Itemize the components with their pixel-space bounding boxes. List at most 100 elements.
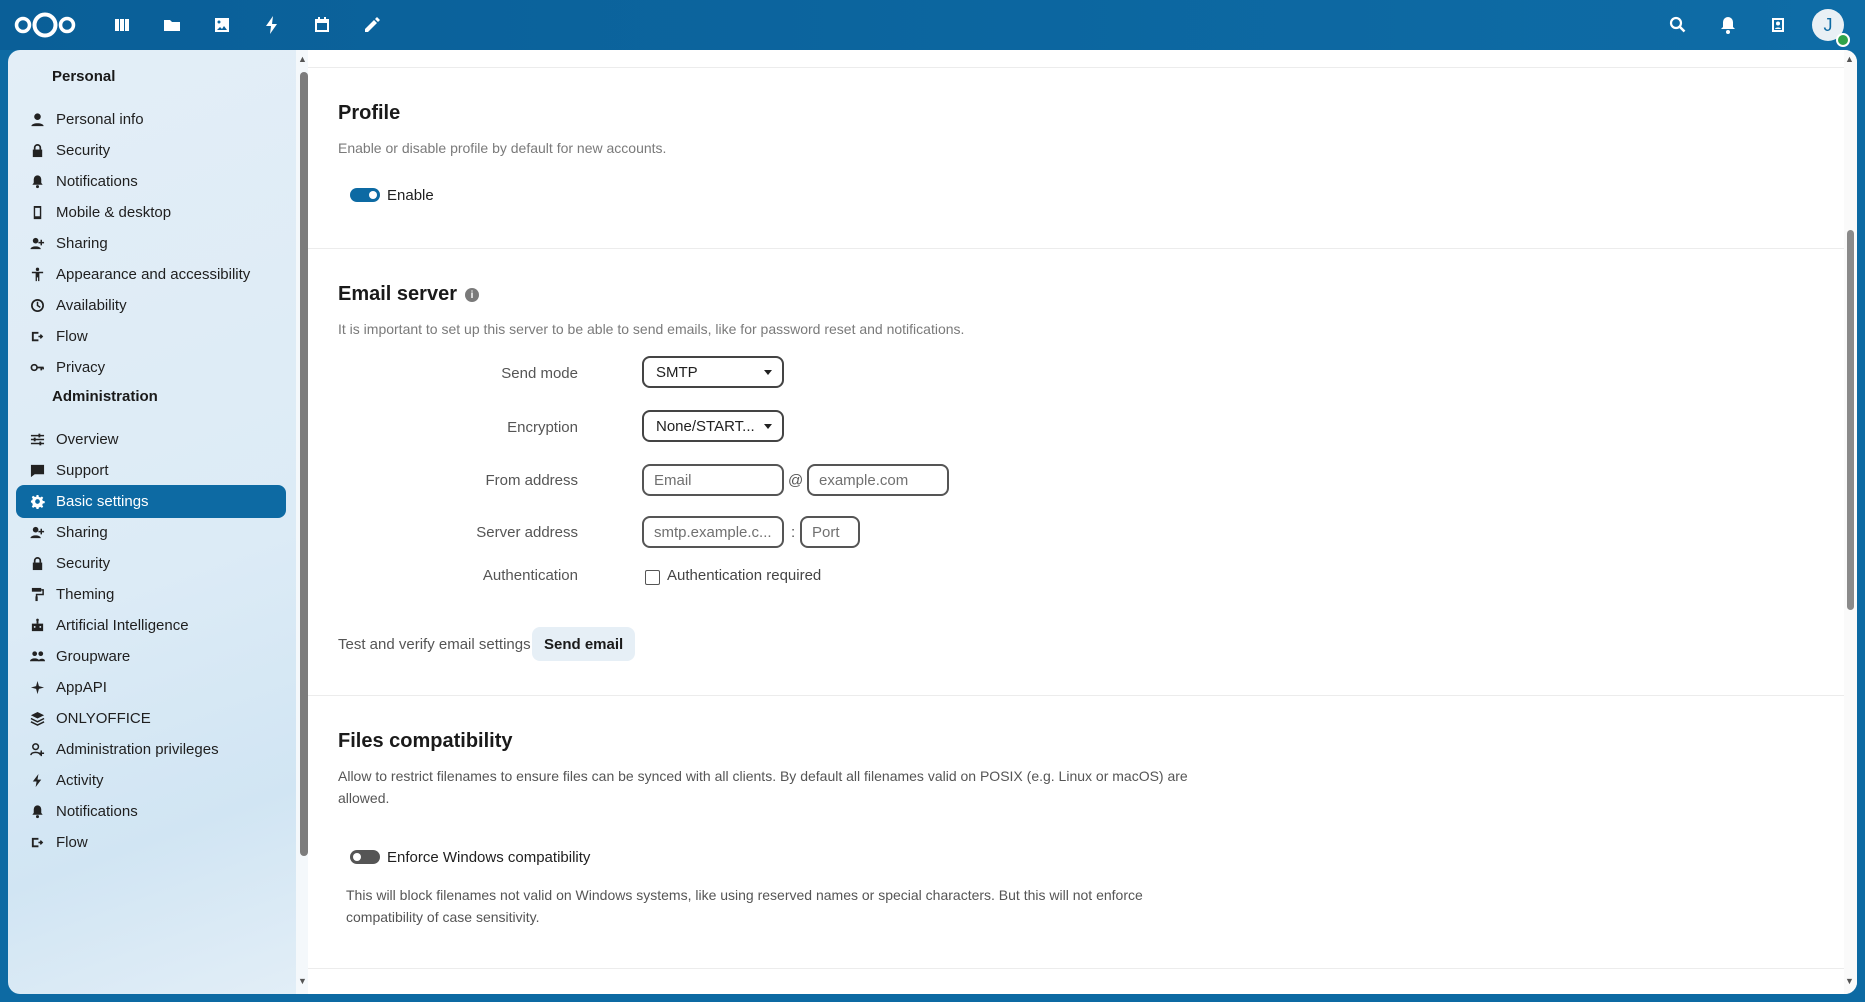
sidebar-item-label: ONLYOFFICE bbox=[56, 710, 151, 727]
sidebar-item-support[interactable]: Support bbox=[16, 454, 286, 487]
send-mode-label: Send mode bbox=[501, 365, 578, 382]
at-sign: @ bbox=[788, 472, 804, 489]
divider bbox=[308, 695, 1844, 696]
profile-enable-label[interactable]: Enable bbox=[387, 187, 434, 204]
key-icon bbox=[28, 359, 46, 377]
profile-enable-toggle[interactable] bbox=[350, 188, 380, 202]
sidebar-item-admin-privileges[interactable]: Administration privileges bbox=[16, 733, 286, 766]
sidebar-item-label: Flow bbox=[56, 834, 88, 851]
contacts-icon[interactable] bbox=[1766, 13, 1790, 37]
dashboard-icon[interactable] bbox=[110, 13, 134, 37]
send-email-button[interactable]: Send email bbox=[532, 627, 636, 661]
info-icon[interactable]: i bbox=[465, 288, 479, 302]
divider bbox=[308, 67, 1844, 68]
chevron-down-icon bbox=[764, 424, 772, 429]
sidebar-item-activity[interactable]: Activity bbox=[16, 764, 286, 797]
sidebar-item-security[interactable]: Security bbox=[16, 134, 286, 167]
authentication-checkbox[interactable] bbox=[645, 570, 660, 585]
sidebar-item-security-admin[interactable]: Security bbox=[16, 547, 286, 580]
sidebar-item-personal-info[interactable]: Personal info bbox=[16, 103, 286, 136]
sidebar-item-sharing-admin[interactable]: Sharing bbox=[16, 516, 286, 549]
files-icon[interactable] bbox=[160, 13, 184, 37]
from-domain-input[interactable] bbox=[807, 464, 949, 496]
gear-icon bbox=[28, 493, 46, 511]
encryption-select[interactable]: None/START... bbox=[642, 410, 784, 442]
sidebar-item-sharing[interactable]: Sharing bbox=[16, 227, 286, 260]
scroll-down-arrow-icon[interactable]: ▼ bbox=[1845, 976, 1854, 986]
search-icon[interactable] bbox=[1666, 13, 1690, 37]
sidebar-item-flow-admin[interactable]: Flow bbox=[16, 826, 286, 859]
windows-compatibility-note: This will block filenames not valid on W… bbox=[346, 884, 1246, 928]
sidebar-item-label: Notifications bbox=[56, 803, 138, 820]
sidebar-scrollbar-thumb[interactable] bbox=[300, 72, 308, 856]
chevron-down-icon bbox=[764, 370, 772, 375]
sidebar-item-label: Mobile & desktop bbox=[56, 204, 172, 221]
paint-roller-icon bbox=[28, 586, 46, 604]
send-mode-select[interactable]: SMTP bbox=[642, 356, 784, 388]
calendar-icon[interactable] bbox=[310, 13, 334, 37]
sparkle-icon bbox=[28, 679, 46, 697]
scroll-down-arrow-icon[interactable]: ▼ bbox=[298, 976, 307, 986]
nextcloud-logo-icon[interactable] bbox=[14, 11, 76, 39]
sidebar-item-basic-settings[interactable]: Basic settings bbox=[16, 485, 286, 518]
windows-compatibility-label[interactable]: Enforce Windows compatibility bbox=[387, 849, 590, 866]
scroll-up-arrow-icon[interactable]: ▲ bbox=[298, 54, 307, 64]
sidebar-item-notifications[interactable]: Notifications bbox=[16, 165, 286, 198]
sidebar-item-label: Overview bbox=[56, 431, 119, 448]
settings-sidebar: Personal Personal info Security Notifica… bbox=[8, 50, 308, 994]
sidebar-item-groupware[interactable]: Groupware bbox=[16, 640, 286, 673]
sidebar-item-label: Artificial Intelligence bbox=[56, 617, 189, 634]
sidebar-item-label: Sharing bbox=[56, 524, 108, 541]
main-scrollbar-thumb[interactable] bbox=[1847, 230, 1854, 610]
bell-icon[interactable] bbox=[1716, 13, 1740, 37]
sidebar-item-label: Administration privileges bbox=[56, 741, 219, 758]
avatar-initial: J bbox=[1823, 14, 1833, 35]
sidebar-item-label: Privacy bbox=[56, 359, 106, 376]
windows-compatibility-toggle[interactable] bbox=[350, 850, 380, 864]
sidebar-item-label: Basic settings bbox=[56, 493, 149, 510]
sidebar-item-flow[interactable]: Flow bbox=[16, 320, 286, 353]
layers-icon bbox=[28, 710, 46, 728]
email-server-title: Email server bbox=[338, 283, 457, 305]
photos-icon[interactable] bbox=[210, 13, 234, 37]
sidebar-item-overview[interactable]: Overview bbox=[16, 423, 286, 456]
sidebar-item-mobile-desktop[interactable]: Mobile & desktop bbox=[16, 196, 286, 229]
profile-title: Profile bbox=[338, 102, 401, 124]
authentication-required-label[interactable]: Authentication required bbox=[667, 567, 821, 584]
sidebar-item-label: Personal info bbox=[56, 111, 144, 128]
sidebar-item-label: AppAPI bbox=[56, 679, 107, 696]
windows-note-line: compatibility of case sensitivity. bbox=[346, 909, 540, 925]
test-email-label: Test and verify email settings bbox=[338, 636, 531, 653]
settings-content: Profile Enable or disable profile by def… bbox=[308, 50, 1857, 994]
user-icon bbox=[28, 111, 46, 129]
scroll-up-arrow-icon[interactable]: ▲ bbox=[1845, 54, 1854, 64]
server-address-input[interactable] bbox=[642, 516, 784, 548]
encryption-value: None/START... bbox=[656, 417, 755, 435]
sidebar-item-label: Appearance and accessibility bbox=[56, 266, 251, 283]
from-address-input[interactable] bbox=[642, 464, 784, 496]
bell-icon bbox=[28, 173, 46, 191]
sidebar-item-onlyoffice[interactable]: ONLYOFFICE bbox=[16, 702, 286, 735]
sidebar-item-ai[interactable]: Artificial Intelligence bbox=[16, 609, 286, 642]
activity-icon[interactable] bbox=[260, 13, 284, 37]
sidebar-heading-administration: Administration bbox=[52, 388, 158, 405]
notes-icon[interactable] bbox=[360, 13, 384, 37]
sidebar-item-appearance[interactable]: Appearance and accessibility bbox=[16, 258, 286, 291]
sidebar-item-theming[interactable]: Theming bbox=[16, 578, 286, 611]
sidebar-item-privacy[interactable]: Privacy bbox=[16, 351, 286, 384]
encryption-label: Encryption bbox=[507, 419, 578, 436]
sidebar-item-label: Notifications bbox=[56, 173, 138, 190]
flow-icon bbox=[28, 834, 46, 852]
port-input[interactable] bbox=[800, 516, 860, 548]
sidebar-item-notifications-admin[interactable]: Notifications bbox=[16, 795, 286, 828]
sidebar-item-availability[interactable]: Availability bbox=[16, 289, 286, 322]
sidebar-item-label: Flow bbox=[56, 328, 88, 345]
from-address-label: From address bbox=[485, 472, 578, 489]
authentication-label: Authentication bbox=[482, 567, 578, 584]
sidebar-item-appapi[interactable]: AppAPI bbox=[16, 671, 286, 704]
sidebar-item-label: Availability bbox=[56, 297, 127, 314]
flow-icon bbox=[28, 328, 46, 346]
files-compatibility-description: Allow to restrict filenames to ensure fi… bbox=[338, 765, 1238, 809]
email-server-description: It is important to set up this server to… bbox=[338, 321, 965, 337]
divider bbox=[308, 968, 1844, 969]
